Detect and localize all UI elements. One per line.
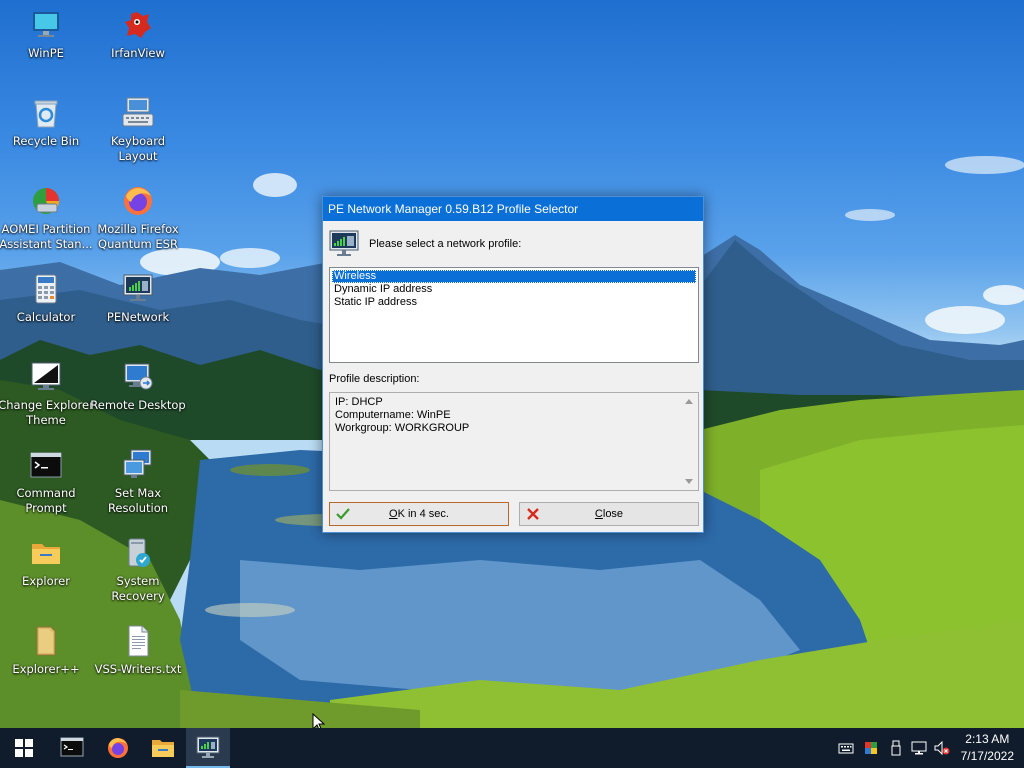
firefox-icon xyxy=(121,184,155,218)
folder-icon xyxy=(152,740,174,757)
desktop-icon-keyboard-layout[interactable]: Keyboard Layout xyxy=(90,96,186,164)
desktop-icon-command-prompt[interactable]: Command Prompt xyxy=(0,448,94,516)
taskbar-explorer[interactable] xyxy=(141,728,185,768)
desktop-icon-vss-writers[interactable]: VSS-Writers.txt xyxy=(90,624,186,677)
dialog-prompt: Please select a network profile: xyxy=(369,238,522,250)
calculator-icon xyxy=(29,272,63,306)
description-label: Profile description: xyxy=(329,373,420,385)
color-icon[interactable] xyxy=(863,740,879,756)
folder-icon xyxy=(29,536,63,570)
taskbar: 2:13 AM 7/17/2022 xyxy=(0,728,1024,768)
profile-selector-dialog: PE Network Manager 0.59.B12 Profile Sele… xyxy=(322,196,704,533)
description-line: Computername: WinPE xyxy=(335,409,451,421)
desktop-icon-recycle-bin[interactable]: Recycle Bin xyxy=(0,96,94,149)
penetwork-icon xyxy=(329,230,359,258)
text-file-icon xyxy=(121,624,155,658)
desktop-icon-remote-desktop[interactable]: Remote Desktop xyxy=(90,360,186,413)
description-scrollbar[interactable] xyxy=(681,393,698,490)
profile-item-static-ip[interactable]: Static IP address xyxy=(332,296,696,309)
clock-time: 2:13 AM xyxy=(965,732,1010,746)
desktop-icon-firefox[interactable]: Mozilla Firefox Quantum ESR xyxy=(90,184,186,252)
taskbar-clock[interactable]: 2:13 AM 7/17/2022 xyxy=(961,731,1014,765)
desktop-icon-explorer[interactable]: Explorer xyxy=(0,536,94,589)
ok-button[interactable]: OK in 4 sec. xyxy=(329,502,509,526)
desktop-icon-explorer-plus[interactable]: Explorer++ xyxy=(0,624,94,677)
dialog-header: Please select a network profile: xyxy=(329,230,699,258)
theme-icon xyxy=(29,360,63,394)
keyboard-icon xyxy=(121,96,155,130)
command-prompt-icon xyxy=(60,737,84,757)
close-button[interactable]: Close xyxy=(519,502,699,526)
desktop-icon-penetwork[interactable]: PENetwork xyxy=(90,272,186,325)
taskbar-penetwork[interactable] xyxy=(186,728,230,768)
scroll-down-icon[interactable] xyxy=(685,479,693,484)
penetwork-icon xyxy=(121,272,155,306)
scroll-up-icon[interactable] xyxy=(685,399,693,404)
profile-listbox[interactable]: Wireless Dynamic IP address Static IP ad… xyxy=(329,267,699,363)
clock-date: 7/17/2022 xyxy=(960,749,1014,763)
profile-item-dynamic-ip[interactable]: Dynamic IP address xyxy=(332,283,696,296)
resolution-icon xyxy=(121,448,155,482)
description-line: Workgroup: WORKGROUP xyxy=(335,422,470,434)
desktop-icon-system-recovery[interactable]: System Recovery xyxy=(90,536,186,604)
keyboard-icon[interactable] xyxy=(838,740,854,756)
taskbar-command-prompt[interactable] xyxy=(50,728,94,768)
description-line: IP: DHCP xyxy=(335,396,383,408)
start-button[interactable] xyxy=(2,728,46,768)
desktop-icon-calculator[interactable]: Calculator xyxy=(0,272,94,325)
network-icon[interactable] xyxy=(911,740,927,756)
explorer-plus-icon xyxy=(29,624,63,658)
start-icon xyxy=(15,739,33,757)
firefox-icon xyxy=(108,738,128,758)
desktop-icon-set-max-resolution[interactable]: Set Max Resolution xyxy=(90,448,186,516)
desktop-icon-winpe[interactable]: WinPE xyxy=(0,8,94,61)
desktop-icon-irfanview[interactable]: IrfanView xyxy=(90,8,186,61)
volume-muted-icon[interactable] xyxy=(934,740,950,756)
remote-desktop-icon xyxy=(121,360,155,394)
aomei-partition-icon xyxy=(29,184,63,218)
profile-description-box[interactable]: IP: DHCP Computername: WinPE Workgroup: … xyxy=(329,392,699,491)
irfanview-icon xyxy=(121,8,155,42)
desktop-icon-change-explorer-theme[interactable]: Change Explorer Theme xyxy=(0,360,94,428)
system-recovery-icon xyxy=(121,536,155,570)
dialog-title-bar[interactable]: PE Network Manager 0.59.B12 Profile Sele… xyxy=(323,197,703,221)
taskbar-firefox[interactable] xyxy=(96,728,140,768)
profile-item-wireless[interactable]: Wireless xyxy=(332,270,696,283)
penetwork-icon xyxy=(196,736,220,758)
command-prompt-icon xyxy=(29,448,63,482)
desktop-icon-aomei-partition[interactable]: AOMEI Partition Assistant Stan... xyxy=(0,184,94,252)
recycle-bin-icon xyxy=(29,96,63,130)
checkmark-icon xyxy=(336,507,350,521)
close-icon xyxy=(526,507,540,521)
monitor-icon xyxy=(29,8,63,42)
usb-icon[interactable] xyxy=(888,740,904,756)
